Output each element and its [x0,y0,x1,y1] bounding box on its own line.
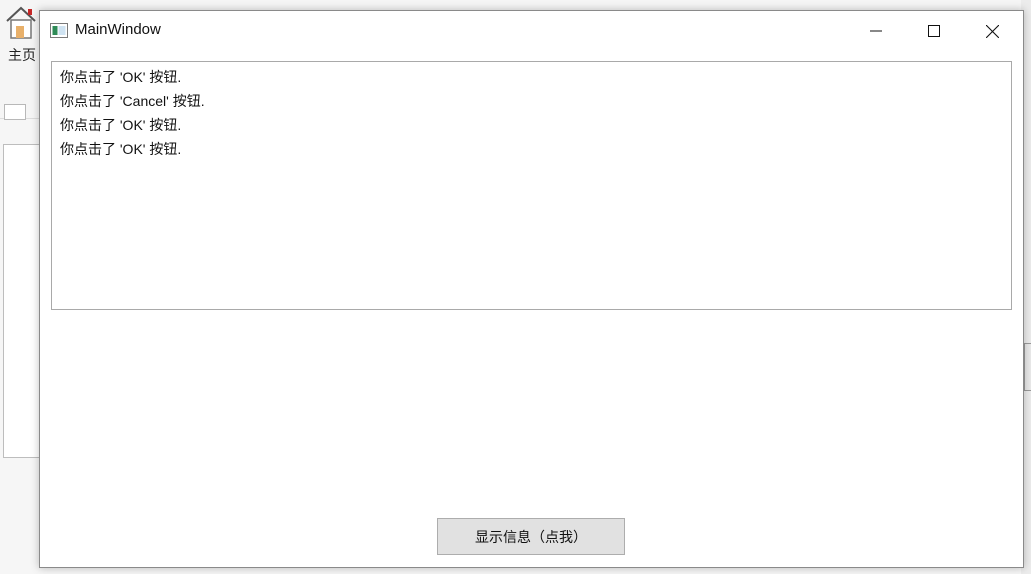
minimize-button[interactable] [847,11,905,51]
home-label: 主页 [8,48,36,64]
show-info-button[interactable]: 显示信息（点我） [437,518,625,555]
background-checkbox [4,104,26,120]
window-app-icon [50,23,68,38]
home-icon[interactable] [4,4,38,40]
maximize-button[interactable] [905,11,963,51]
log-line: 你点击了 'OK' 按钮. [60,141,182,157]
window-title: MainWindow [75,21,161,38]
close-button[interactable] [963,11,1021,51]
main-window: MainWindow 你点击了 'OK' 按钮. 你点击了 'Cancel' 按… [39,10,1024,568]
log-line: 你点击了 'Cancel' 按钮. [60,93,205,109]
log-line: 你点击了 'OK' 按钮. [60,117,182,133]
title-bar[interactable]: MainWindow [40,11,1023,51]
maximize-icon [928,25,940,37]
message-log[interactable]: 你点击了 'OK' 按钮. 你点击了 'Cancel' 按钮. 你点击了 'OK… [51,61,1012,310]
minimize-icon [870,30,882,32]
background-right-handle [1024,343,1031,391]
close-icon [985,24,999,38]
log-line: 你点击了 'OK' 按钮. [60,69,182,85]
